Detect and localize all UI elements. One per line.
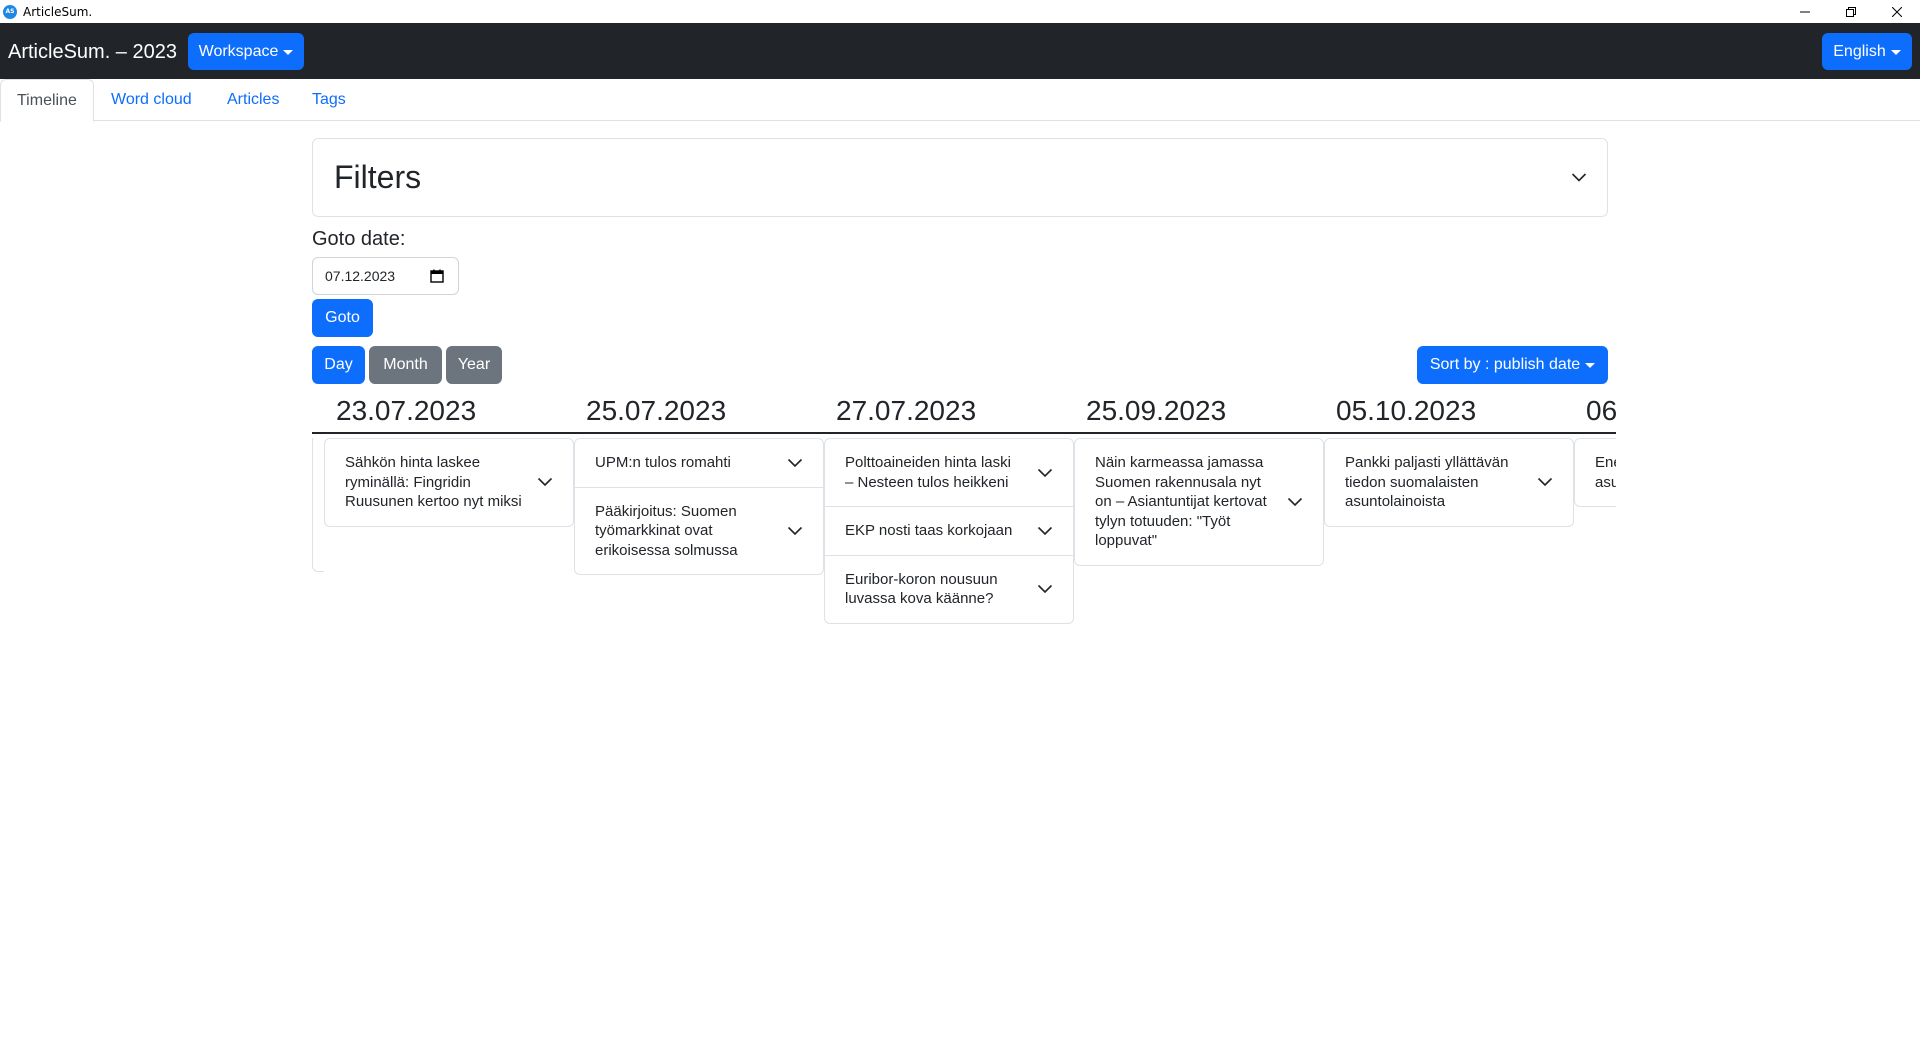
tab-bar: Timeline Word cloud Articles Tags [0, 79, 1920, 122]
close-button[interactable] [1874, 0, 1920, 23]
chevron-down-icon [1287, 497, 1303, 506]
filters-accordion[interactable]: Filters [312, 138, 1608, 217]
chevron-down-icon [1037, 468, 1053, 477]
article-item[interactable]: Pääkirjoitus: Suomen työmarkkinat ovat e… [575, 488, 823, 575]
window-title: ArticleSum. [23, 4, 93, 19]
article-item[interactable]: UPM:n tulos romahti [575, 439, 823, 488]
article-title: Polttoaineiden hinta laski – Nesteen tul… [845, 454, 1011, 491]
timeline-date: 06.10.2023 [1586, 395, 1616, 426]
day-view-button[interactable]: Day [312, 346, 365, 384]
article-item[interactable]: Sähkön hinta laskee ryminällä: Fingridin… [325, 439, 573, 526]
timeline: 23.07.2023 Sähkön hinta laskee ryminällä… [312, 386, 1616, 646]
article-title: Euribor-koron nousuun luvassa kova käänn… [845, 570, 998, 608]
sort-dropdown-button[interactable]: Sort by : publish date [1417, 346, 1608, 384]
article-list: Sähkön hinta laskee ryminällä: Fingridin… [324, 438, 574, 527]
article-title: UPM:n tulos romahti [595, 454, 731, 471]
calendar-icon[interactable] [430, 269, 444, 283]
app-icon-text: AS [5, 8, 15, 15]
timeline-date: 05.10.2023 [1336, 395, 1477, 426]
minimize-button[interactable] [1782, 0, 1828, 23]
navbar: ArticleSum. – 2023 Workspace English [0, 23, 1920, 79]
article-list: UPM:n tulos romahti Pääkirjoitus: Suomen… [574, 438, 824, 575]
chevron-down-icon [1037, 526, 1053, 535]
app-icon: AS [3, 4, 17, 19]
close-icon [1892, 6, 1902, 17]
article-item[interactable]: Näin karmeassa jamassa Suomen rakennusal… [1075, 439, 1323, 565]
article-list: Energia Suomessa asuntolainat [1574, 438, 1616, 507]
chevron-down-icon [787, 458, 803, 467]
workspace-label: Workspace [198, 42, 279, 60]
chevron-down-icon [1037, 584, 1053, 594]
year-view-button[interactable]: Year [446, 346, 502, 384]
article-item[interactable]: Polttoaineiden hinta laski – Nesteen tul… [825, 439, 1073, 507]
window-controls [1782, 0, 1920, 23]
minimize-icon [1800, 11, 1810, 12]
article-title: Näin karmeassa jamassa Suomen rakennusal… [1095, 454, 1267, 549]
chevron-down-icon [787, 526, 803, 535]
article-title: Pääkirjoitus: Suomen työmarkkinat ovat e… [595, 502, 738, 559]
workspace-dropdown-button[interactable]: Workspace [188, 33, 304, 70]
chevron-down-icon [1571, 173, 1587, 182]
article-item[interactable]: Euribor-koron nousuun luvassa kova käänn… [825, 556, 1073, 623]
filters-title: Filters [334, 159, 422, 195]
article-item[interactable]: EKP nosti taas korkojaan [825, 507, 1073, 556]
caret-down-icon [1585, 363, 1596, 368]
timeline-date: 23.07.2023 [336, 395, 477, 426]
article-title: Energia Suomessa asuntolainat [1595, 454, 1616, 491]
brand-title[interactable]: ArticleSum. – 2023 [8, 40, 177, 64]
article-list: Pankki paljasti yllättävän tiedon suomal… [1324, 438, 1574, 527]
tab-tags[interactable]: Tags [296, 79, 362, 121]
language-dropdown-button[interactable]: English [1822, 33, 1912, 70]
chevron-down-icon [537, 478, 553, 487]
goto-date-input[interactable]: 07.12.2023 [312, 257, 459, 295]
goto-date-label: Goto date: [312, 228, 406, 250]
article-title: Sähkön hinta laskee ryminällä: Fingridin… [345, 454, 522, 510]
timeline-axis [312, 432, 1616, 434]
caret-down-icon [283, 49, 294, 55]
caret-down-icon [1890, 49, 1901, 55]
timeline-date: 25.09.2023 [1086, 395, 1227, 426]
window-titlebar: AS ArticleSum. [0, 0, 1920, 23]
article-title: EKP nosti taas korkojaan [845, 522, 1013, 539]
article-list: Polttoaineiden hinta laski – Nesteen tul… [824, 438, 1074, 624]
timeline-date: 27.07.2023 [836, 395, 977, 426]
tab-timeline[interactable]: Timeline [0, 79, 94, 122]
restore-icon [1846, 6, 1856, 17]
timeline-date: 25.07.2023 [586, 395, 727, 426]
timeline-edge [312, 438, 324, 572]
chevron-down-icon [1537, 478, 1553, 487]
goto-date-value: 07.12.2023 [325, 268, 396, 284]
goto-button[interactable]: Goto [312, 299, 373, 337]
language-label: English [1833, 42, 1886, 60]
sort-label: Sort by : publish date [1429, 356, 1581, 373]
article-item[interactable]: Pankki paljasti yllättävän tiedon suomal… [1325, 439, 1573, 526]
tab-word-cloud[interactable]: Word cloud [95, 79, 208, 121]
tab-articles[interactable]: Articles [211, 79, 295, 121]
article-title: Pankki paljasti yllättävän tiedon suomal… [1345, 454, 1509, 510]
restore-button[interactable] [1828, 0, 1874, 23]
article-list: Näin karmeassa jamassa Suomen rakennusal… [1074, 438, 1324, 566]
article-item[interactable]: Energia Suomessa asuntolainat [1575, 439, 1616, 506]
month-view-button[interactable]: Month [369, 346, 442, 384]
